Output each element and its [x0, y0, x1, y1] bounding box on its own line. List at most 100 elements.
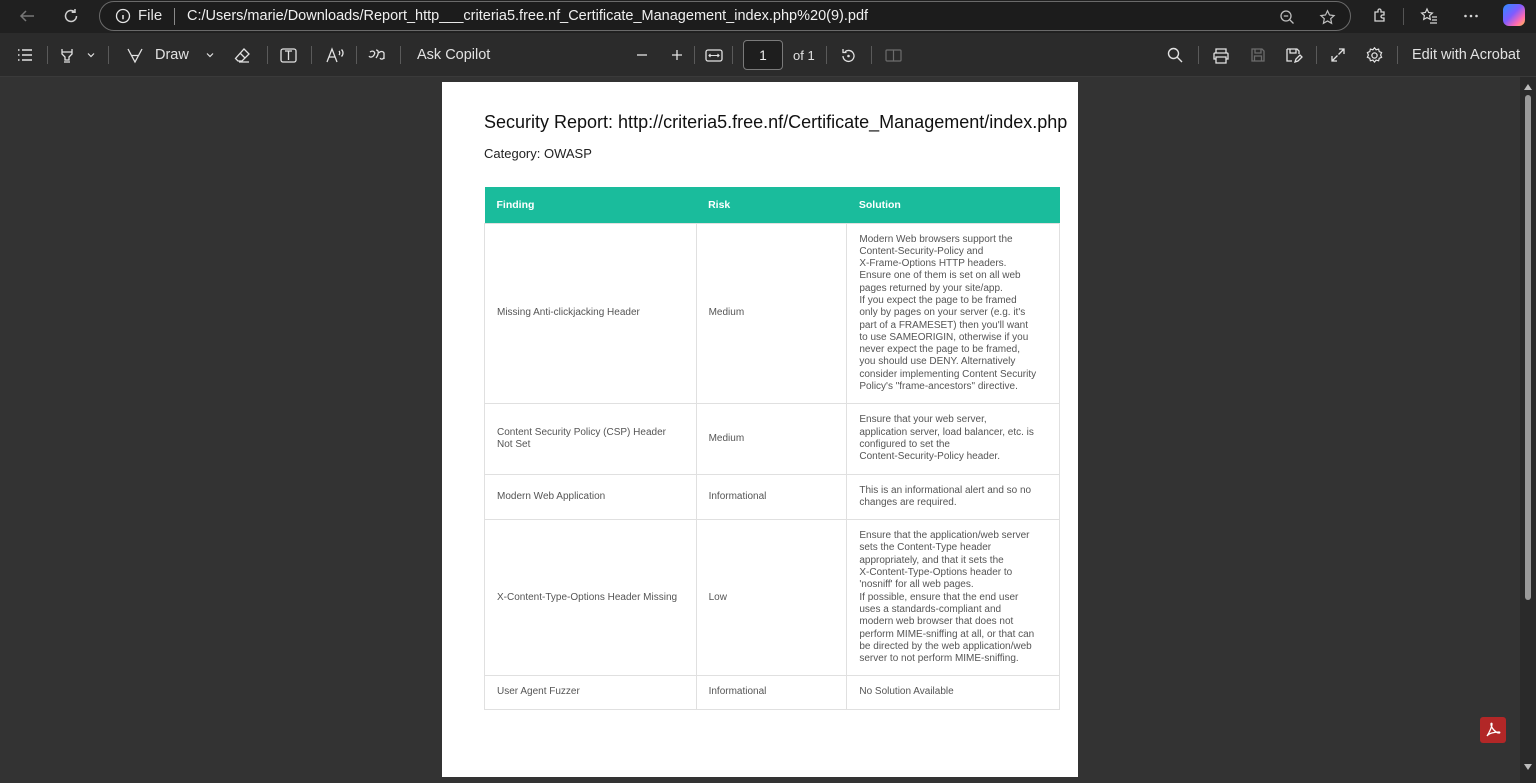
toolbar-divider: [47, 46, 48, 64]
toolbar-divider: [1403, 8, 1404, 25]
search-icon: [1167, 47, 1183, 63]
back-button[interactable]: [12, 2, 42, 30]
risk-cell: Informational: [695, 675, 848, 710]
read-aloud-icon: [326, 47, 344, 63]
fit-page-button[interactable]: [704, 41, 724, 69]
draw-pen-icon: [127, 48, 143, 64]
contents-button[interactable]: [16, 41, 34, 69]
minus-icon: [637, 54, 647, 56]
scroll-up-icon[interactable]: [1524, 84, 1532, 90]
save-icon: [1251, 48, 1265, 62]
erase-button[interactable]: [233, 41, 252, 69]
solution-cell: No Solution Available: [846, 675, 1060, 710]
zoom-button[interactable]: [1274, 5, 1300, 29]
toolbar-divider: [826, 46, 827, 64]
back-arrow-icon: [19, 10, 34, 22]
toolbar-divider: [694, 46, 695, 64]
table-row: X-Content-Type-Options Header Missing Lo…: [484, 519, 1060, 677]
toolbar-divider: [1316, 46, 1317, 64]
settings-button[interactable]: [1365, 41, 1384, 69]
toolbar-divider: [1198, 46, 1199, 64]
text-button[interactable]: [279, 41, 298, 69]
acrobat-icon[interactable]: [1480, 717, 1506, 743]
translate-button[interactable]: [367, 41, 389, 69]
finding-cell: Modern Web Application: [484, 473, 697, 521]
save-button[interactable]: [1249, 41, 1267, 69]
eraser-icon: [234, 47, 250, 63]
pdf-page: Security Report: http://criteria5.free.n…: [442, 82, 1078, 777]
toolbar-divider: [400, 46, 401, 64]
zoom-in-button[interactable]: [669, 41, 685, 69]
toolbar-divider: [871, 46, 872, 64]
risk-cell: Low: [695, 519, 848, 677]
risk-cell: Medium: [695, 222, 848, 405]
scroll-down-icon[interactable]: [1524, 764, 1532, 770]
table-row: User Agent Fuzzer Informational No Solut…: [484, 675, 1060, 710]
info-icon: [115, 8, 131, 23]
site-info-button[interactable]: File: [115, 7, 162, 24]
finding-cell: Content Security Policy (CSP) Header Not…: [484, 403, 697, 475]
printer-icon: [1213, 47, 1229, 64]
gear-icon: [1366, 46, 1383, 63]
toolbar-divider: [356, 46, 357, 64]
toolbar-divider: [1397, 46, 1398, 64]
solution-cell: Ensure that your web server, application…: [846, 403, 1060, 475]
save-as-button[interactable]: [1284, 41, 1303, 69]
draw-button[interactable]: Draw: [126, 41, 215, 69]
favorites-button[interactable]: [1414, 2, 1444, 30]
table-row: Modern Web Application Informational Thi…: [484, 473, 1060, 521]
pdf-toolbar: Draw Ask Copilot 1 of 1 Edit with Acroba…: [0, 33, 1536, 77]
zoom-out-icon: [1280, 10, 1294, 24]
report-category: Category: OWASP: [484, 146, 592, 161]
copilot-icon[interactable]: [1503, 4, 1525, 26]
rotate-button[interactable]: [839, 41, 858, 69]
refresh-button[interactable]: [56, 2, 86, 30]
chevron-down-icon: [206, 53, 214, 58]
browser-top-bar: File C:/Users/marie/Downloads/Report_htt…: [0, 0, 1536, 33]
chevron-down-icon: [87, 53, 95, 58]
favorite-button[interactable]: [1314, 5, 1340, 29]
refresh-icon: [64, 9, 78, 23]
text-box-icon: [280, 47, 297, 63]
risk-cell: Informational: [695, 473, 848, 521]
page-number-input[interactable]: 1: [743, 40, 783, 70]
fullscreen-button[interactable]: [1329, 41, 1347, 69]
scrollbar-thumb[interactable]: [1525, 95, 1531, 600]
solution-cell: This is an informational alert and so no…: [846, 473, 1060, 521]
edit-with-acrobat-button[interactable]: Edit with Acrobat: [1412, 41, 1520, 69]
column-header-solution: Solution: [846, 187, 1060, 223]
fit-width-icon: [705, 49, 723, 62]
page-view-icon: [885, 49, 902, 62]
more-menu-button[interactable]: [1456, 2, 1486, 30]
table-header-row: Finding Risk Solution: [484, 187, 1060, 223]
toolbar-divider: [732, 46, 733, 64]
ellipsis-icon: [1464, 14, 1478, 18]
toolbar-divider: [311, 46, 312, 64]
finding-cell: Missing Anti-clickjacking Header: [484, 222, 697, 405]
zoom-out-button[interactable]: [634, 41, 650, 69]
table-of-contents-icon: [18, 49, 32, 61]
print-button[interactable]: [1211, 41, 1231, 69]
vertical-scrollbar[interactable]: [1520, 77, 1536, 783]
rotate-icon: [842, 48, 855, 62]
column-header-finding: Finding: [484, 187, 697, 223]
page-count-label: of 1: [793, 47, 815, 63]
extensions-button[interactable]: [1365, 2, 1395, 30]
url-text[interactable]: C:/Users/marie/Downloads/Report_http___c…: [187, 8, 868, 24]
read-aloud-button[interactable]: [325, 41, 345, 69]
ask-copilot-button[interactable]: Ask Copilot: [417, 41, 490, 69]
toolbar-divider: [108, 46, 109, 64]
draw-label: Draw: [155, 47, 189, 63]
translate-icon: [368, 49, 385, 60]
puzzle-icon: [1374, 8, 1385, 22]
finding-cell: X-Content-Type-Options Header Missing: [484, 519, 697, 677]
toolbar-divider: [267, 46, 268, 64]
solution-cell: Modern Web browsers support the Content-…: [846, 222, 1060, 405]
findings-table: Finding Risk Solution Missing Anti-click…: [484, 187, 1060, 710]
address-bar[interactable]: File C:/Users/marie/Downloads/Report_htt…: [99, 1, 1351, 31]
pdf-viewer[interactable]: Security Report: http://criteria5.free.n…: [0, 77, 1536, 783]
two-page-view-button[interactable]: [884, 41, 903, 69]
highlight-button[interactable]: [58, 41, 96, 69]
save-as-icon: [1286, 48, 1303, 64]
search-button[interactable]: [1166, 41, 1184, 69]
